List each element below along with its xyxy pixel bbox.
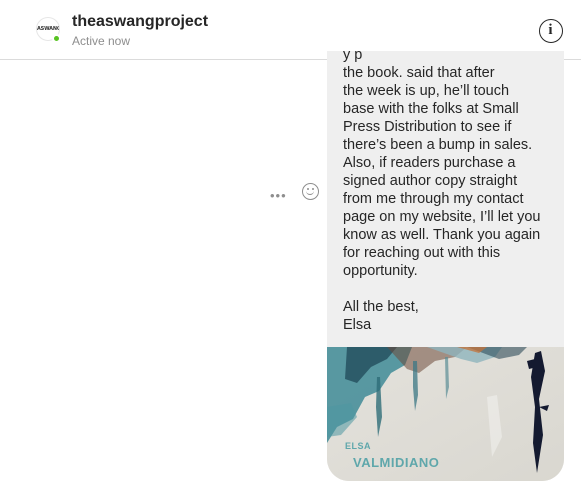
info-glyph: i <box>548 22 553 38</box>
message-line: page on my website, I’ll let you <box>343 209 541 225</box>
message-line: the book. said that after <box>343 65 495 81</box>
cover-author-text: VALMIDIANO <box>353 455 440 470</box>
message-line: opportunity. <box>343 263 418 279</box>
message-text: y p the book. said that after the week i… <box>343 51 555 334</box>
message-line: know as well. Thank you again <box>343 227 541 243</box>
message-line: signed author copy straight <box>343 173 518 189</box>
message-line: for reaching out with this <box>343 245 501 261</box>
avatar-logo-text: ASWANG <box>37 26 60 32</box>
message-line: there’s been a bump in sales. <box>343 137 533 153</box>
more-options-icon[interactable]: ••• <box>270 189 287 202</box>
smiley-face-icon[interactable] <box>302 183 319 200</box>
smiley-eye-left <box>307 188 309 190</box>
message-bubble[interactable]: y p the book. said that after the week i… <box>327 51 564 481</box>
message-line: Also, if readers purchase a <box>343 155 516 171</box>
smiley-mouth <box>306 191 314 195</box>
message-line: the week is up, he’ll touch <box>343 83 510 99</box>
signoff-line: Elsa <box>343 317 372 333</box>
cut-off-line: y p <box>343 51 363 63</box>
message-line: from me through my contact <box>343 191 524 207</box>
username[interactable]: theaswangproject <box>72 13 208 31</box>
active-status: Active now <box>72 34 131 48</box>
signoff-line: All the best, <box>343 299 419 315</box>
message-line: Press Distribution to see if <box>343 119 512 135</box>
smiley-eye-right <box>312 188 314 190</box>
book-cover-image[interactable]: ELSA VALMIDIANO <box>327 347 564 481</box>
cover-title-text: ELSA <box>345 441 372 451</box>
message-thread[interactable]: ••• y p the book. said that after the we… <box>0 51 581 502</box>
info-icon[interactable]: i <box>539 19 563 43</box>
active-status-dot <box>52 34 61 43</box>
message-line: base with the folks at Small <box>343 101 519 117</box>
